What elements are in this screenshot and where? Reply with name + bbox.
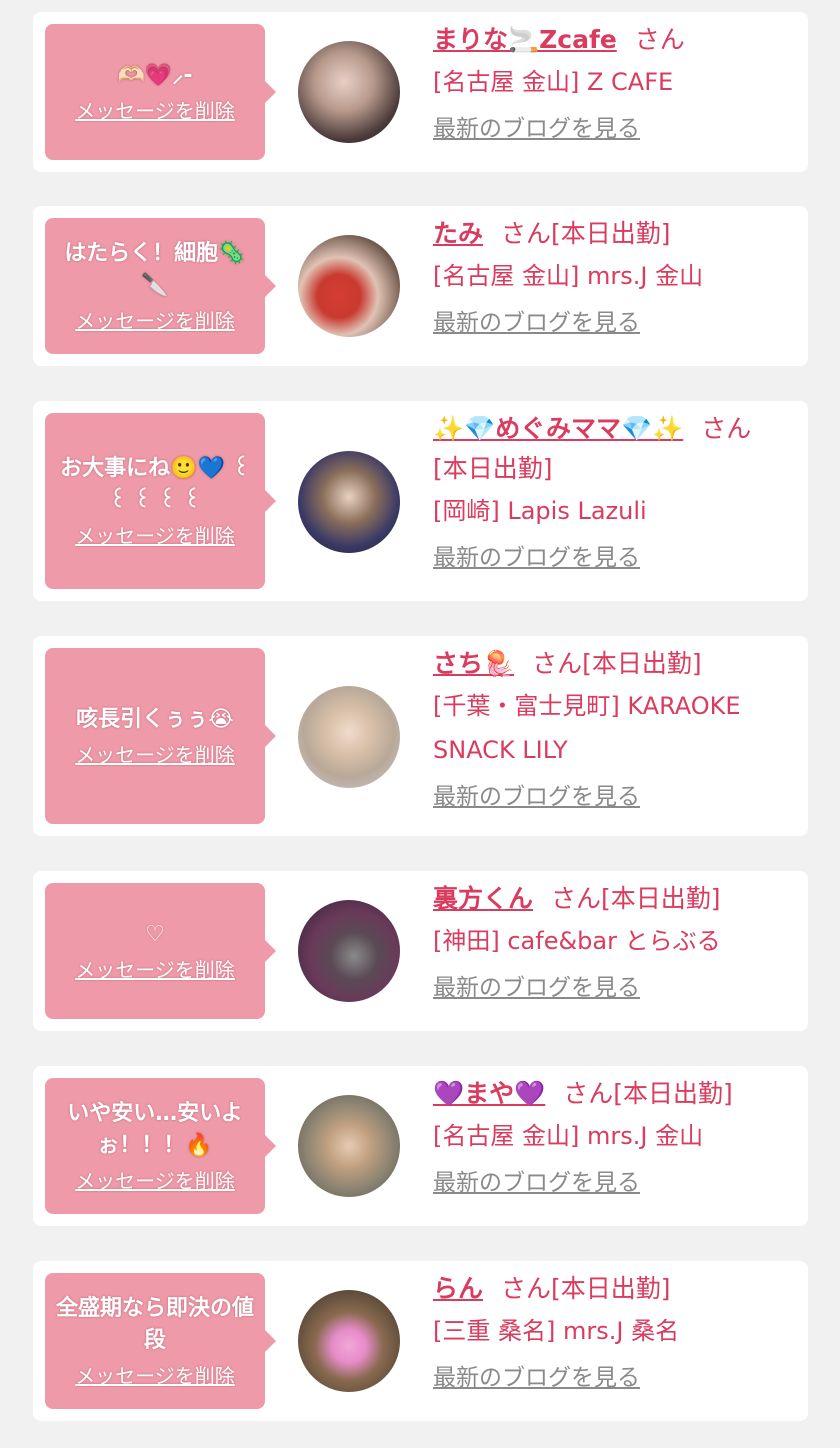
attendance-tag: [本日出勤] [433, 454, 553, 483]
latest-blog-link[interactable]: 最新のブログを見る [433, 1168, 640, 1198]
cast-name-link[interactable]: らん [433, 1274, 483, 1303]
avatar[interactable] [298, 1095, 400, 1197]
message-card: お大事にね🙂💙 ꒰ ꒰ ꒰ ꒰ ꒰ メッセージを削除 ✨💎めぐみママ💎✨ さん [本… [33, 401, 808, 601]
message-text: ♡ [145, 922, 165, 947]
message-bubble: 全盛期なら即決の値段 メッセージを削除 [45, 1273, 276, 1409]
shop-label: [三重 桑名] mrs.J 桑名 [433, 1317, 680, 1345]
message-card: 🫶🏻💗⸝- メッセージを削除 まりな🚬Zcafe さん [名古屋 金山] Z CA… [33, 12, 808, 172]
message-bubble: いや安い…安いよぉ！！！🔥 メッセージを削除 [45, 1078, 276, 1214]
attendance-tag: [本日出勤] [551, 1274, 671, 1303]
cast-name-link[interactable]: ✨💎めぐみママ💎✨ [433, 414, 683, 443]
delete-message-link[interactable]: メッセージを削除 [75, 308, 235, 334]
message-card: 咳長引くぅぅ😭 メッセージを削除 さち🪼 さん[本日出勤] [千葉・富士見町] K… [33, 636, 808, 836]
shop-label: [千葉・富士見町] KARAOKE SNACK LILY [433, 692, 741, 764]
avatar[interactable] [298, 235, 400, 337]
honorific: さん [701, 414, 752, 443]
delete-message-link[interactable]: メッセージを削除 [75, 1168, 235, 1194]
message-bubble: 🫶🏻💗⸝- メッセージを削除 [45, 24, 276, 160]
message-bubble: ♡ メッセージを削除 [45, 883, 276, 1019]
delete-message-link[interactable]: メッセージを削除 [75, 957, 235, 983]
delete-message-link[interactable]: メッセージを削除 [75, 1363, 235, 1389]
honorific: さん [501, 219, 552, 248]
shop-label: [神田] cafe&bar とらぶる [433, 927, 721, 955]
delete-message-link[interactable]: メッセージを削除 [75, 742, 235, 768]
attendance-tag: [本日出勤] [582, 649, 702, 678]
latest-blog-link[interactable]: 最新のブログを見る [433, 973, 640, 1003]
cast-name-link[interactable]: 裏方くん [433, 884, 533, 913]
shop-label: [名古屋 金山] Z CAFE [433, 68, 674, 96]
cast-name-link[interactable]: たみ [433, 219, 483, 248]
honorific: さん [634, 25, 685, 54]
attendance-tag: [本日出勤] [551, 219, 671, 248]
attendance-tag: [本日出勤] [613, 1079, 733, 1108]
message-text: 咳長引くぅぅ😭 [76, 707, 234, 732]
latest-blog-link[interactable]: 最新のブログを見る [433, 543, 640, 573]
avatar[interactable] [298, 1290, 400, 1392]
message-text: はたらく！細胞🦠🔪 [64, 241, 246, 298]
honorific: さん [551, 884, 602, 913]
latest-blog-link[interactable]: 最新のブログを見る [433, 1363, 640, 1393]
cast-name-link[interactable]: まりな🚬Zcafe [433, 25, 617, 54]
attendance-tag: [本日出勤] [601, 884, 721, 913]
latest-blog-link[interactable]: 最新のブログを見る [433, 782, 640, 812]
latest-blog-link[interactable]: 最新のブログを見る [433, 308, 640, 338]
honorific: さん [501, 1274, 552, 1303]
message-bubble: 咳長引くぅぅ😭 メッセージを削除 [45, 648, 276, 824]
latest-blog-link[interactable]: 最新のブログを見る [433, 114, 640, 144]
cast-name-link[interactable]: さち🪼 [433, 649, 514, 678]
delete-message-link[interactable]: メッセージを削除 [75, 98, 235, 124]
shop-label: [名古屋 金山] mrs.J 金山 [433, 262, 704, 290]
cast-name-link[interactable]: 💜まや💜 [433, 1079, 545, 1108]
avatar[interactable] [298, 41, 400, 143]
message-card: 全盛期なら即決の値段 メッセージを削除 らん さん[本日出勤] [三重 桑名] m… [33, 1261, 808, 1421]
message-bubble: はたらく！細胞🦠🔪 メッセージを削除 [45, 218, 276, 354]
shop-label: [岡崎] Lapis Lazuli [433, 497, 647, 525]
message-card: はたらく！細胞🦠🔪 メッセージを削除 たみ さん[本日出勤] [名古屋 金山] m… [33, 206, 808, 366]
message-card: ♡ メッセージを削除 裏方くん さん[本日出勤] [神田] cafe&bar とら… [33, 871, 808, 1031]
avatar[interactable] [298, 900, 400, 1002]
message-text: 全盛期なら即決の値段 [55, 1296, 254, 1353]
message-text: 🫶🏻💗⸝- [117, 63, 193, 88]
avatar[interactable] [298, 451, 400, 553]
avatar[interactable] [298, 686, 400, 788]
delete-message-link[interactable]: メッセージを削除 [75, 523, 235, 549]
message-text: いや安い…安いよぉ！！！🔥 [67, 1101, 243, 1158]
honorific: さん [532, 649, 583, 678]
honorific: さん [563, 1079, 614, 1108]
message-card: いや安い…安いよぉ！！！🔥 メッセージを削除 💜まや💜 さん[本日出勤] [名古屋… [33, 1066, 808, 1226]
message-text: お大事にね🙂💙 ꒰ ꒰ ꒰ ꒰ ꒰ [60, 456, 250, 513]
message-bubble: お大事にね🙂💙 ꒰ ꒰ ꒰ ꒰ ꒰ メッセージを削除 [45, 413, 276, 589]
shop-label: [名古屋 金山] mrs.J 金山 [433, 1122, 704, 1150]
